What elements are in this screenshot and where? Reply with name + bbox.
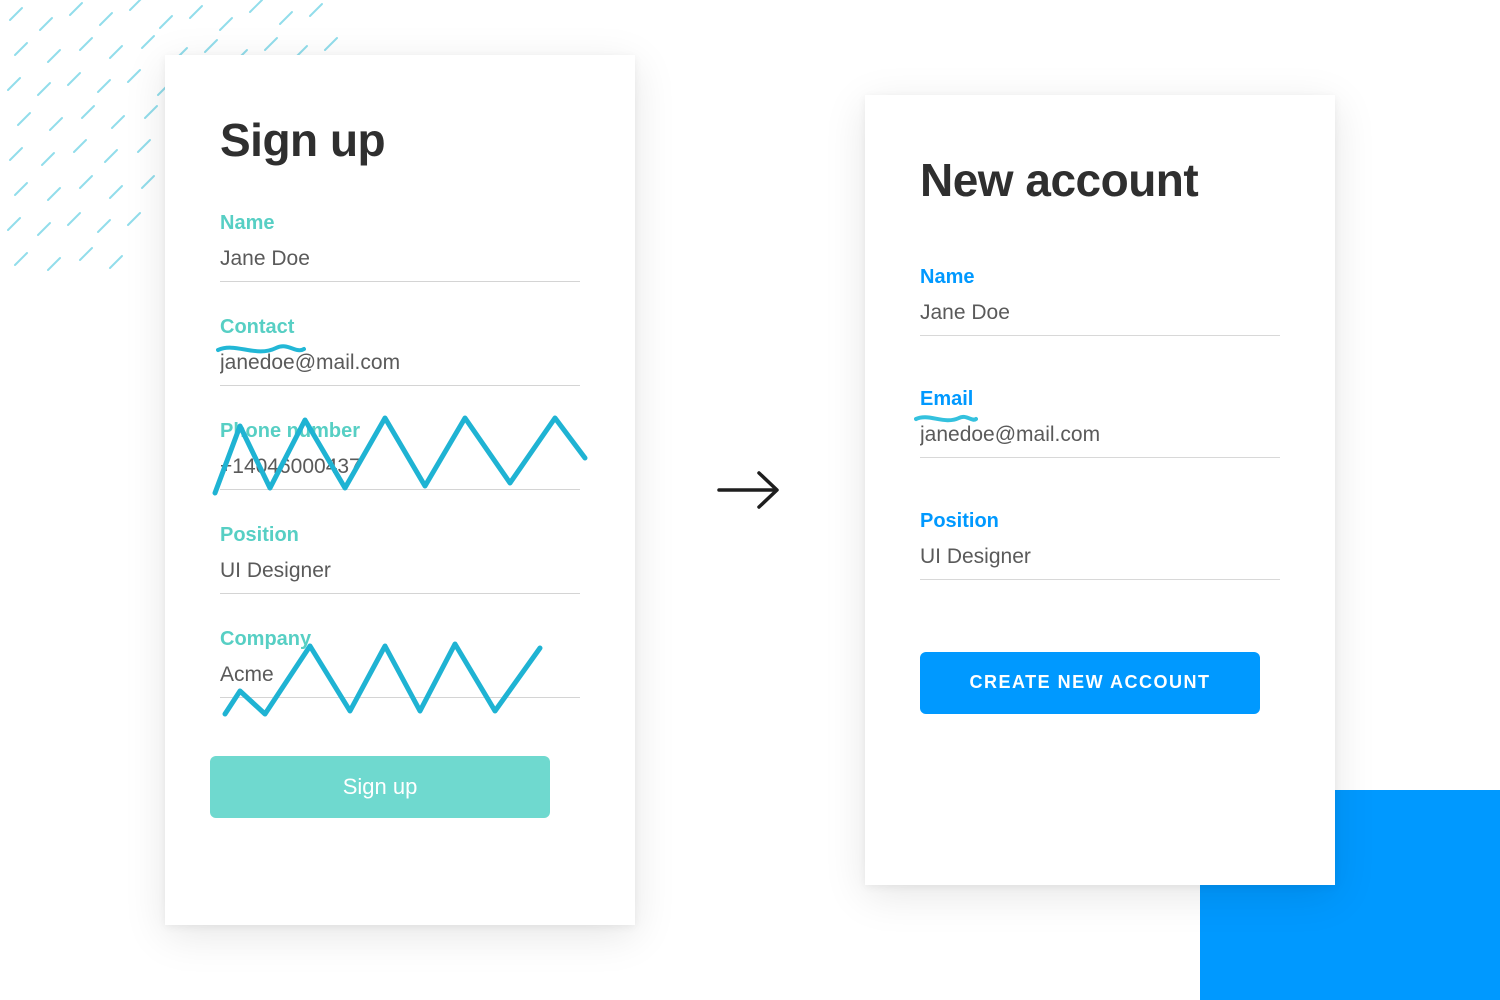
company-label: Company: [220, 628, 580, 651]
new-account-card: New account Name Email Position CREATE N…: [865, 95, 1335, 885]
arrow-icon: [715, 467, 785, 513]
company-input[interactable]: [220, 659, 580, 698]
contact-label: Contact: [220, 316, 580, 339]
position-input-right[interactable]: [920, 541, 1280, 580]
field-name: Name: [220, 212, 580, 282]
phone-label: Phone number: [220, 420, 580, 443]
signup-title: Sign up: [220, 115, 580, 166]
email-input-right[interactable]: [920, 419, 1280, 458]
position-label-right: Position: [920, 510, 1280, 533]
position-input[interactable]: [220, 555, 580, 594]
field-position: Position: [220, 524, 580, 594]
name-label-right: Name: [920, 266, 1280, 289]
new-account-title: New account: [920, 155, 1280, 206]
field-position-right: Position: [920, 510, 1280, 580]
phone-input[interactable]: [220, 451, 580, 490]
name-input-right[interactable]: [920, 297, 1280, 336]
name-label: Name: [220, 212, 580, 235]
field-name-right: Name: [920, 266, 1280, 336]
contact-input[interactable]: [220, 347, 580, 386]
field-email-right: Email: [920, 388, 1280, 458]
signup-card: Sign up Name Contact Phone number Positi…: [165, 55, 635, 925]
name-input[interactable]: [220, 243, 580, 282]
signup-button[interactable]: Sign up: [210, 756, 550, 818]
create-account-button[interactable]: CREATE NEW ACCOUNT: [920, 652, 1260, 714]
field-contact: Contact: [220, 316, 580, 386]
field-phone: Phone number: [220, 420, 580, 490]
field-company: Company: [220, 628, 580, 698]
email-label-right: Email: [920, 388, 1280, 411]
position-label: Position: [220, 524, 580, 547]
